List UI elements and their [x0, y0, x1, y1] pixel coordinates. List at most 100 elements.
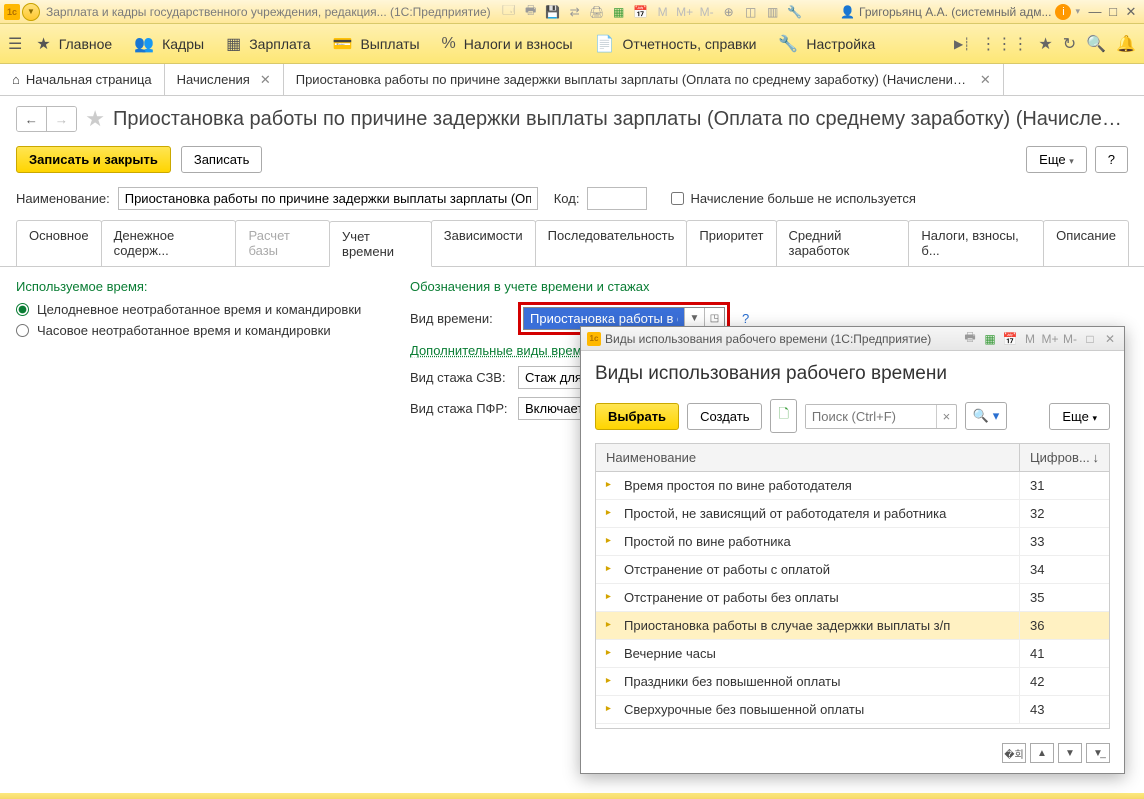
- table-row[interactable]: Вечерние часы41: [596, 640, 1109, 668]
- m-plus-icon[interactable]: M+: [677, 4, 693, 20]
- menu-main[interactable]: ★Главное: [36, 34, 112, 54]
- calc-icon[interactable]: ▦: [611, 4, 627, 20]
- itab-posled[interactable]: Последовательность: [535, 220, 688, 266]
- print2-icon[interactable]: 🖨: [589, 4, 605, 20]
- table-row[interactable]: Приостановка работы в случае задержки вы…: [596, 612, 1109, 640]
- tab-home[interactable]: ⌂ Начальная страница: [0, 64, 165, 95]
- window-titlebar: 1c ▼ Зарплата и кадры государственного у…: [0, 0, 1144, 24]
- cell-name: Приостановка работы в случае задержки вы…: [596, 612, 1019, 639]
- print-preview-icon[interactable]: 🗔: [501, 4, 517, 20]
- radio-daily[interactable]: Целодневное неотработанное время и коман…: [16, 302, 386, 317]
- table-row[interactable]: Отстранение от работы без оплаты35: [596, 584, 1109, 612]
- table-row[interactable]: Простой, не зависящий от работодателя и …: [596, 500, 1109, 528]
- help-button[interactable]: ?: [1095, 146, 1128, 173]
- favorite-star-icon[interactable]: ★: [85, 106, 105, 132]
- m-plus-icon[interactable]: M+: [1042, 332, 1058, 346]
- table-row[interactable]: Праздники без повышенной оплаты42: [596, 668, 1109, 696]
- close-icon[interactable]: ✕: [980, 72, 991, 88]
- maximize-button[interactable]: □: [1104, 4, 1122, 20]
- clear-search-button[interactable]: ×: [936, 405, 956, 428]
- panels-icon[interactable]: ▥: [765, 4, 781, 20]
- wrench-icon[interactable]: 🔧: [787, 4, 803, 20]
- nav-last-button[interactable]: ▼̲: [1086, 743, 1110, 763]
- select-button[interactable]: Выбрать: [595, 403, 679, 430]
- menu-nalogi[interactable]: %Налоги и взносы: [442, 35, 573, 53]
- calc-icon[interactable]: ▦: [982, 332, 998, 346]
- calendar-icon[interactable]: 📅: [633, 4, 649, 20]
- user-name[interactable]: Григорьянц А.А. (системный адм...: [859, 5, 1051, 19]
- play-icon[interactable]: ▶┊: [954, 37, 970, 51]
- more-button[interactable]: Еще ▾: [1026, 146, 1087, 173]
- close-icon[interactable]: ✕: [1102, 332, 1118, 346]
- nav-down-button[interactable]: ▼: [1058, 743, 1082, 763]
- bell-icon[interactable]: 🔔: [1116, 34, 1136, 54]
- itab-raschet[interactable]: Расчет базы: [235, 220, 330, 266]
- table-row[interactable]: Сверхурочные без повышенной оплаты43: [596, 696, 1109, 724]
- itab-uchet[interactable]: Учет времени: [329, 221, 432, 267]
- itab-osnovnoe[interactable]: Основное: [16, 220, 102, 266]
- info-icon[interactable]: i: [1055, 4, 1071, 20]
- col-name-header[interactable]: Наименование: [596, 444, 1019, 471]
- radio-hourly[interactable]: Часовое неотработанное время и командиро…: [16, 323, 386, 338]
- not-used-checkbox[interactable]: Начисление больше не используется: [671, 191, 915, 206]
- menu-kadry[interactable]: 👥Кадры: [134, 34, 204, 54]
- close-button[interactable]: ✕: [1122, 4, 1140, 20]
- main-menu: ☰ ★Главное 👥Кадры ▦Зарплата 💳Выплаты %На…: [0, 24, 1144, 64]
- close-icon[interactable]: ✕: [260, 72, 271, 88]
- calendar-icon[interactable]: 📅: [1002, 332, 1018, 346]
- itab-zavis[interactable]: Зависимости: [431, 220, 536, 266]
- nav-first-button[interactable]: �회: [1002, 743, 1026, 763]
- tab-current[interactable]: Приостановка работы по причине задержки …: [284, 64, 1004, 95]
- dialog-toolbar: Выбрать Создать 🗋 × 🔍 ▾ Еще ▾: [581, 393, 1124, 443]
- help-qmark[interactable]: ?: [742, 311, 749, 326]
- zoom-icon[interactable]: ⊕: [721, 4, 737, 20]
- m-icon[interactable]: M: [655, 4, 671, 20]
- minimize-button[interactable]: —: [1086, 4, 1104, 20]
- cell-name: Отстранение от работы без оплаты: [596, 584, 1019, 611]
- hamburger-icon[interactable]: ☰: [8, 34, 22, 54]
- compare-icon[interactable]: ⇄: [567, 4, 583, 20]
- menu-zarplata[interactable]: ▦Зарплата: [226, 34, 310, 54]
- table-row[interactable]: Простой по вине работника33: [596, 528, 1109, 556]
- print-icon[interactable]: 🖶: [962, 328, 978, 349]
- menu-vyplaty[interactable]: 💳Выплаты: [333, 34, 420, 54]
- gear-icon: 🔧: [778, 34, 798, 54]
- table-row[interactable]: Время простоя по вине работодателя31: [596, 472, 1109, 500]
- itab-prioritet[interactable]: Приоритет: [686, 220, 776, 266]
- search-input[interactable]: [806, 405, 936, 428]
- grid-body[interactable]: Время простоя по вине работодателя31Прос…: [596, 472, 1109, 728]
- refresh-button[interactable]: 🗋: [770, 399, 796, 433]
- itab-opisanie[interactable]: Описание: [1043, 220, 1129, 266]
- itab-denezh[interactable]: Денежное содерж...: [101, 220, 237, 266]
- maximize-icon[interactable]: □: [1082, 332, 1098, 346]
- find-button[interactable]: 🔍 ▾: [965, 402, 1007, 430]
- nav-up-button[interactable]: ▲: [1030, 743, 1054, 763]
- star2-icon[interactable]: ★: [1038, 34, 1052, 54]
- col-code-header[interactable]: Цифров...↓: [1019, 444, 1109, 471]
- apps-icon[interactable]: ⋮⋮⋮: [980, 34, 1028, 54]
- save-close-button[interactable]: Записать и закрыть: [16, 146, 171, 173]
- dialog-more-button[interactable]: Еще ▾: [1049, 403, 1110, 430]
- window-list-icon[interactable]: ◫: [743, 4, 759, 20]
- dropdown-round-button[interactable]: ▼: [22, 3, 40, 21]
- table-row[interactable]: Отстранение от работы с оплатой34: [596, 556, 1109, 584]
- search-icon[interactable]: 🔍: [1086, 34, 1106, 54]
- history-icon[interactable]: ↻: [1063, 34, 1076, 54]
- print-icon[interactable]: 🖶: [523, 4, 539, 20]
- m-minus-icon[interactable]: M-: [699, 4, 715, 20]
- m-minus-icon[interactable]: M-: [1062, 332, 1078, 346]
- nav-back-button[interactable]: ←: [17, 107, 47, 131]
- create-button[interactable]: Создать: [687, 403, 762, 430]
- menu-otchet[interactable]: 📄Отчетность, справки: [595, 34, 757, 54]
- itab-sredniy[interactable]: Средний заработок: [776, 220, 910, 266]
- menu-nastroyka[interactable]: 🔧Настройка: [778, 34, 875, 54]
- itab-nalogi[interactable]: Налоги, взносы, б...: [908, 220, 1044, 266]
- tab-accruals[interactable]: Начисления ✕: [165, 64, 284, 95]
- additional-time-link[interactable]: Дополнительные виды времен: [410, 343, 596, 358]
- name-input[interactable]: [118, 187, 538, 210]
- save-button[interactable]: Записать: [181, 146, 263, 173]
- m-icon[interactable]: M: [1022, 332, 1038, 346]
- code-input[interactable]: [587, 187, 647, 210]
- save-icon[interactable]: 💾: [545, 4, 561, 20]
- nav-forward-button[interactable]: →: [47, 107, 77, 131]
